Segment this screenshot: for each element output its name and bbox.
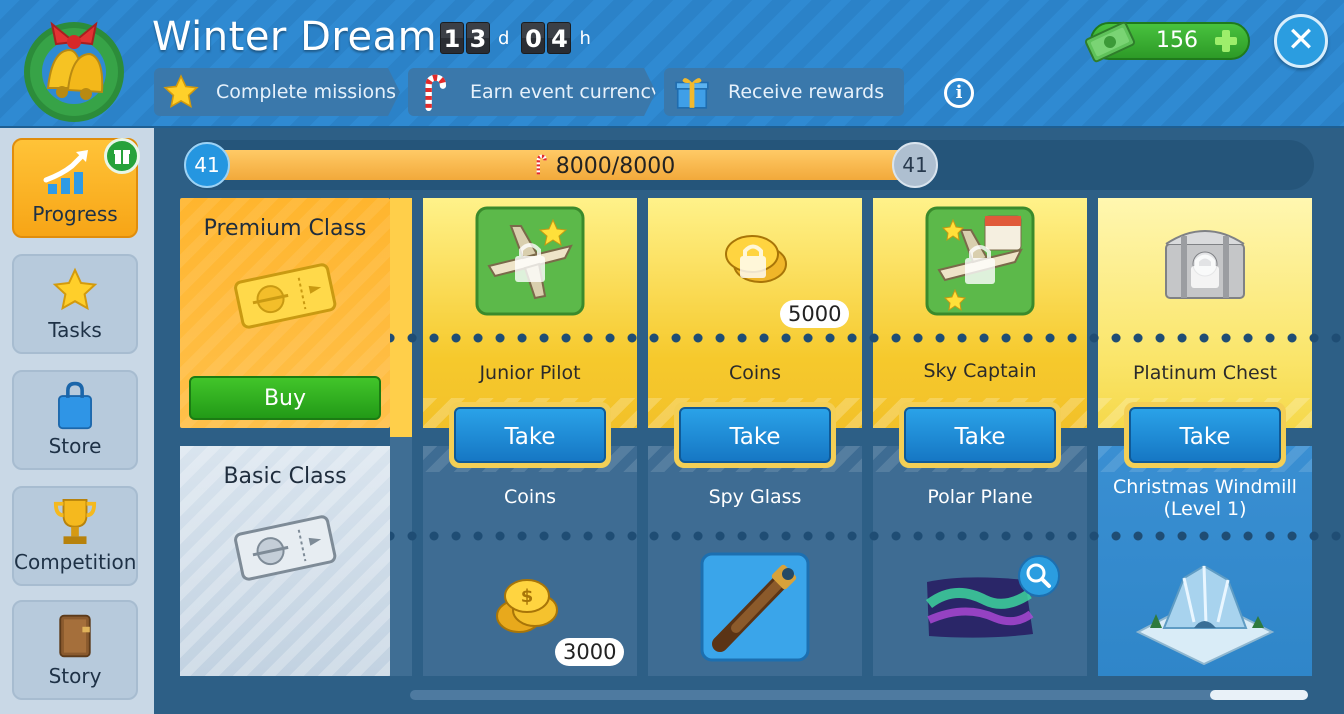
sidebar-item-store[interactable]: Store [12, 370, 138, 470]
progress-value: 8000/8000 [555, 154, 676, 179]
reward-column: Junior Pilot Take Coins $ 3000 [423, 198, 637, 676]
premium-class-card: Premium Class Buy [180, 198, 390, 428]
take-button[interactable]: Take [674, 402, 836, 468]
basic-class-title: Basic Class [223, 464, 347, 489]
basic-reward-name: Coins [503, 486, 557, 508]
close-button[interactable]: ✕ [1274, 14, 1328, 68]
next-level-badge: 41 [892, 142, 938, 188]
timer-digit: 1 [440, 22, 464, 54]
step-complete-missions: Complete missions [154, 68, 400, 116]
basic-reward-name-line: (Level 1) [1163, 498, 1247, 520]
currency-value: 156 [1156, 28, 1198, 53]
main-panel: 41 41 8000/8000 Premium Class Buy Basic … [154, 128, 1344, 714]
event-progress-bar: 41 41 8000/8000 [184, 140, 1314, 190]
gift-badge-icon [104, 138, 140, 174]
reward-column: Platinum Chest Take Christmas Windmill (… [1098, 198, 1312, 676]
scrollbar-thumb[interactable] [1210, 690, 1308, 700]
reward-column: Sky Captain Take Polar Plane [873, 198, 1087, 676]
header-bar: Winter Dream 1 3 d 0 4 h Complete missio… [0, 0, 1344, 128]
premium-reward-name: Junior Pilot [479, 362, 581, 384]
take-button-label: Take [904, 407, 1056, 463]
sidebar-item-label: Competition [14, 550, 137, 574]
basic-class-card: Basic Class [180, 446, 390, 676]
current-level-badge: 41 [184, 142, 230, 188]
trophy-icon [14, 488, 136, 546]
candy-cane-icon [416, 72, 454, 112]
reward-column: 5000 Coins Take Spy Glass [648, 198, 862, 676]
reward-quantity: 3000 [555, 638, 625, 666]
gold-ticket-icon [234, 263, 337, 329]
locked-chest-icon [1165, 230, 1245, 299]
basic-reward-name: Polar Plane [927, 486, 1033, 508]
locked-captain-badge-icon [925, 206, 1035, 316]
basic-reward-name: Christmas Windmill (Level 1) [1098, 476, 1312, 520]
spyglass-icon [700, 552, 810, 662]
sidebar: Progress Tasks Store Competition Story [0, 128, 154, 714]
premium-reward-name: Coins [728, 362, 782, 384]
premium-class-title: Premium Class [203, 216, 367, 241]
close-icon: ✕ [1286, 20, 1316, 60]
step-label: Earn event currency [470, 81, 663, 103]
take-button-label: Take [679, 407, 831, 463]
gift-icon [672, 72, 712, 112]
add-currency-icon[interactable] [1212, 27, 1240, 55]
timer-unit-days: d [498, 27, 510, 49]
book-icon [14, 602, 136, 660]
timer-digit: 0 [521, 22, 546, 54]
step-earn-currency: Earn event currency [408, 68, 656, 116]
star-icon [14, 256, 136, 314]
take-button[interactable]: Take [899, 402, 1061, 468]
premium-reward-name: Sky Captain [923, 360, 1037, 382]
dotted-divider [390, 531, 1344, 541]
take-button-label: Take [1129, 407, 1281, 463]
timer-unit-hours: h [579, 27, 591, 49]
sidebar-item-progress[interactable]: Progress [12, 138, 140, 238]
locked-pilot-badge-icon [475, 206, 585, 316]
timer-digit: 4 [547, 22, 572, 54]
locked-coins-icon [725, 235, 787, 283]
event-timer: 1 3 d 0 4 h [440, 22, 601, 54]
sidebar-item-label: Store [48, 434, 102, 458]
shopping-bag-icon [14, 372, 136, 430]
premium-reward-name: Platinum Chest [1132, 362, 1278, 384]
ice-windmill-icon [1135, 564, 1275, 666]
step-label: Complete missions [216, 81, 397, 103]
basic-reward-name: Spy Glass [708, 486, 802, 508]
sidebar-item-label: Story [48, 664, 102, 688]
sidebar-item-label: Progress [32, 202, 118, 226]
timer-digit: 3 [466, 22, 490, 54]
take-button[interactable]: Take [1124, 402, 1286, 468]
silver-ticket-icon [234, 515, 337, 581]
sidebar-item-story[interactable]: Story [12, 600, 138, 700]
horizontal-scrollbar[interactable] [410, 690, 1308, 700]
cash-icon [1084, 21, 1136, 63]
star-icon [162, 72, 200, 112]
christmas-bells-wreath-icon [24, 21, 124, 122]
svg-text:$: $ [521, 586, 534, 607]
info-icon[interactable]: i [944, 78, 974, 108]
basic-reward-name-line: Christmas Windmill [1113, 476, 1297, 498]
event-steps: Complete missions Earn event currency Re… [154, 68, 904, 116]
take-button-label: Take [454, 407, 606, 463]
buy-premium-button[interactable]: Buy [189, 376, 381, 420]
sidebar-item-label: Tasks [48, 318, 102, 342]
dotted-divider [390, 333, 1344, 343]
sidebar-item-competition[interactable]: Competition [12, 486, 138, 586]
step-label: Receive rewards [728, 81, 885, 103]
progress-text: 8000/8000 [484, 154, 724, 179]
candy-cane-icon [536, 154, 547, 175]
event-title: Winter Dream [152, 14, 438, 60]
sidebar-item-tasks[interactable]: Tasks [12, 254, 138, 354]
take-button[interactable]: Take [449, 402, 611, 468]
coins-icon: $ [496, 579, 558, 633]
magnifier-icon[interactable] [1017, 554, 1061, 598]
previous-column-edge [390, 198, 412, 676]
step-receive-rewards: Receive rewards [664, 68, 904, 116]
reward-quantity: 5000 [780, 300, 850, 328]
